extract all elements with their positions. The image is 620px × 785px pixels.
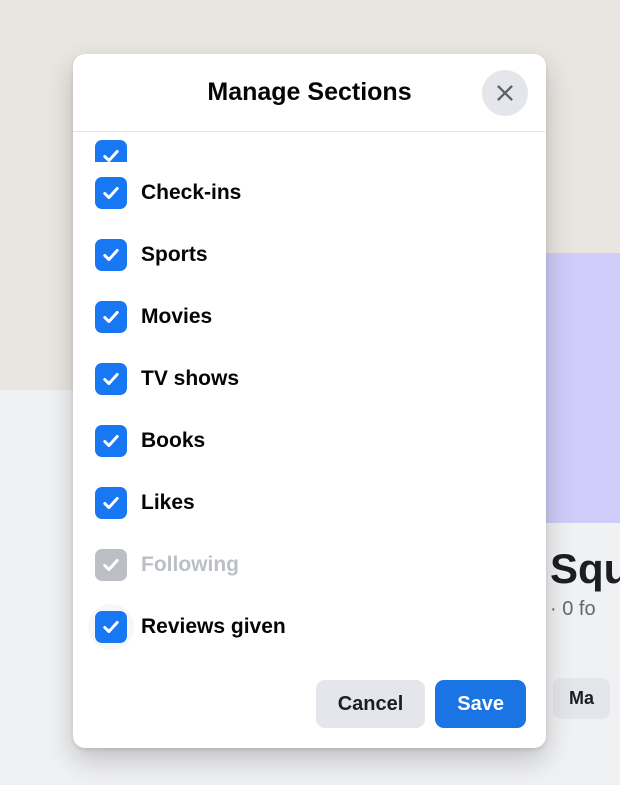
section-label: TV shows: [141, 367, 239, 391]
checkbox-focus-ring: [88, 604, 134, 650]
check-icon: [101, 369, 121, 389]
section-row[interactable]: TV shows: [95, 348, 524, 410]
section-label: Books: [141, 429, 205, 453]
section-row[interactable]: Likes: [95, 472, 524, 534]
section-checkbox[interactable]: [95, 140, 127, 162]
section-checkbox[interactable]: [95, 611, 127, 643]
check-icon: [101, 617, 121, 637]
close-button[interactable]: [482, 70, 528, 116]
section-checkbox[interactable]: [95, 363, 127, 395]
section-checkbox: [95, 549, 127, 581]
dialog-body: Check-ins Sports Movies TV shows Books Likes F…: [73, 132, 546, 666]
dialog-footer: Cancel Save: [73, 666, 546, 748]
save-button[interactable]: Save: [435, 680, 526, 728]
check-icon: [101, 183, 121, 203]
close-icon: [494, 82, 516, 104]
section-row[interactable]: Reviews given: [95, 596, 524, 658]
check-icon: [101, 431, 121, 451]
section-checkbox[interactable]: [95, 177, 127, 209]
section-row[interactable]: Check-ins: [95, 162, 524, 224]
section-row[interactable]: Movies: [95, 286, 524, 348]
section-row[interactable]: Sports: [95, 224, 524, 286]
section-row[interactable]: Books: [95, 410, 524, 472]
cancel-button[interactable]: Cancel: [316, 680, 426, 728]
manage-sections-dialog: Manage Sections Check-ins Sports Movies TV …: [73, 54, 546, 748]
section-label: Reviews given: [141, 615, 286, 639]
section-label: Sports: [141, 243, 208, 267]
dialog-title: Manage Sections: [207, 78, 411, 107]
page-title-fragment: Squ: [550, 545, 620, 593]
section-row[interactable]: [95, 132, 524, 162]
check-icon: [101, 493, 121, 513]
check-icon: [101, 307, 121, 327]
section-checkbox[interactable]: [95, 239, 127, 271]
section-label: Following: [141, 553, 239, 577]
section-list: Check-ins Sports Movies TV shows Books Likes F…: [95, 132, 524, 658]
section-label: Check-ins: [141, 181, 241, 205]
page-button-fragment: Ma: [553, 678, 610, 719]
check-icon: [101, 146, 121, 162]
section-label: Movies: [141, 305, 212, 329]
page-subtitle-fragment: · 0 fo: [550, 598, 596, 621]
section-label: Likes: [141, 491, 195, 515]
section-checkbox[interactable]: [95, 301, 127, 333]
check-icon: [101, 555, 121, 575]
section-checkbox[interactable]: [95, 425, 127, 457]
dialog-header: Manage Sections: [73, 54, 546, 132]
section-checkbox[interactable]: [95, 487, 127, 519]
section-row: Following: [95, 534, 524, 596]
check-icon: [101, 245, 121, 265]
